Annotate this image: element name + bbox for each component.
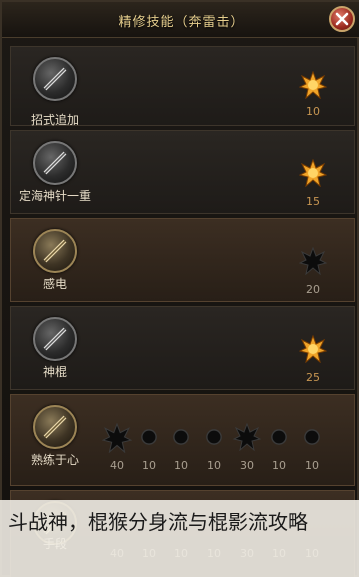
skill-level: 10: [306, 105, 320, 118]
staff-icon: [33, 57, 77, 101]
staff-icon: [33, 141, 77, 185]
skill-panel: 精修技能（奔雷击） 招式追加 10 定海神针一重 15 感电 20 神棍 25 …: [0, 0, 359, 577]
staff-icon: [33, 229, 77, 273]
window-title: 精修技能（奔雷击）: [118, 15, 245, 30]
skill-level: 10: [305, 459, 319, 472]
title-bar: 精修技能（奔雷击）: [2, 2, 359, 38]
skill-row[interactable]: 熟练于心 40 10 10 10 30 10 10: [10, 394, 355, 486]
skill-name: 熟练于心: [30, 453, 79, 467]
skill-level: 15: [306, 195, 320, 208]
node-dark-icon: [173, 429, 189, 445]
node-dark-icon: [206, 429, 222, 445]
star-dark-icon: [233, 423, 261, 451]
node-dark-icon: [271, 429, 287, 445]
caption-overlay: 斗战神，棍猴分身流与棍影流攻略: [0, 500, 359, 577]
skill-row[interactable]: 神棍 25: [10, 306, 355, 390]
close-icon: [335, 12, 349, 26]
star-gold-icon: [299, 71, 327, 99]
star-gold-icon: [299, 335, 327, 363]
skill-row[interactable]: 感电 20: [10, 218, 355, 302]
staff-icon: [33, 317, 77, 361]
skill-row[interactable]: 招式追加 10: [10, 46, 355, 127]
skill-level: 25: [306, 371, 320, 384]
node-dark-icon: [304, 429, 320, 445]
skill-name: 神棍: [42, 365, 67, 379]
caption-text: 斗战神，棍猴分身流与棍影流攻略: [8, 510, 308, 534]
skill-name: 感电: [42, 277, 67, 291]
node-dark-icon: [141, 429, 157, 445]
close-button[interactable]: [329, 6, 355, 32]
skill-name: 定海神针一重: [18, 189, 91, 203]
skill-level: 20: [306, 283, 320, 296]
skill-row[interactable]: 定海神针一重 15: [10, 130, 355, 214]
star-dark-icon: [102, 423, 132, 453]
skill-name: 招式追加: [30, 113, 79, 127]
star-gold-icon: [299, 159, 327, 187]
star-dark-icon: [299, 247, 327, 275]
staff-icon: [33, 405, 77, 449]
